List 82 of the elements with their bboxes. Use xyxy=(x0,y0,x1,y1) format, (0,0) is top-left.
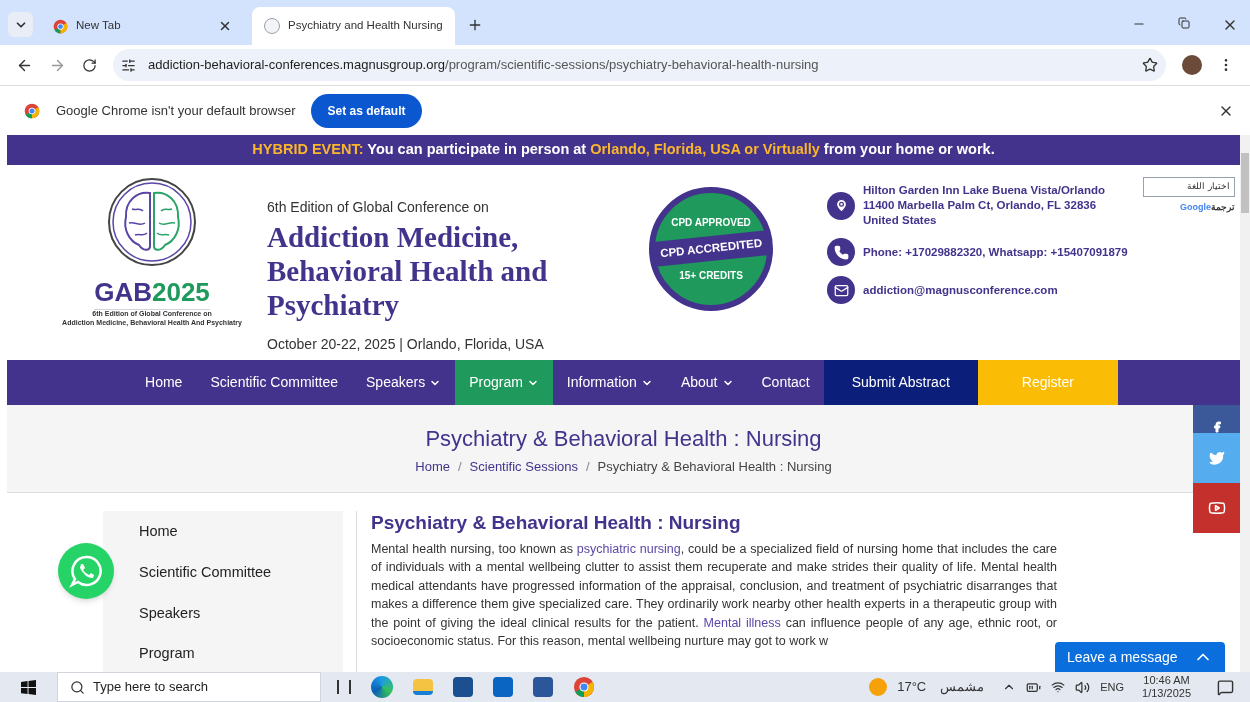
nav-item[interactable]: Speakers xyxy=(352,360,456,405)
clock-date[interactable]: 1/13/2025 xyxy=(1142,687,1191,700)
nav-item[interactable]: About xyxy=(666,360,748,405)
infobar-message: Google Chrome isn't your default browser xyxy=(56,101,296,120)
browser-tab[interactable]: New Tab xyxy=(41,7,244,45)
nav-item[interactable]: Home xyxy=(131,360,197,405)
notifications-icon[interactable] xyxy=(1217,678,1234,696)
loading-icon xyxy=(264,18,280,34)
edition-text: 6th Edition of Global Conference on xyxy=(267,198,490,217)
page-title: Psychiatry & Behavioral Health : Nursing xyxy=(425,425,822,453)
contact-text: 11400 Marbella Palm Ct, Orlando, FL 32836 xyxy=(863,198,1098,213)
contact-text: United States xyxy=(863,213,938,228)
whatsapp-icon xyxy=(69,554,103,588)
phone-icon xyxy=(827,238,855,266)
inline-link[interactable]: Mental illness xyxy=(703,615,781,630)
breadcrumb-link[interactable]: Home xyxy=(415,456,450,476)
taskbar-search-field[interactable]: Type here to search xyxy=(57,672,321,702)
announcement-text: HYBRID EVENT: You can participate in person at Orlando, Florida, USA or Virtually from your home or work. xyxy=(252,140,995,160)
nav-item[interactable]: Information xyxy=(552,360,667,405)
folder-icon[interactable] xyxy=(413,679,433,695)
scrollbar[interactable] xyxy=(1240,135,1250,672)
language-indicator[interactable]: ENG xyxy=(1100,678,1125,696)
chrome-icon xyxy=(24,102,40,119)
youtube-icon xyxy=(1207,499,1226,517)
article-heading: Psychiatry & Behavioral Health : Nursing xyxy=(371,511,742,535)
translate-label: ترجمة xyxy=(1211,201,1235,215)
breadcrumb-separator: / xyxy=(586,457,590,476)
contact-text: Hilton Garden Inn Lake Buena Vista/Orlando xyxy=(863,183,1105,198)
address-bar[interactable]: addiction-behavioral-conferences.magnusgroup.org/program/scientific-sessions/psychiatry-behavioral-health-nursing xyxy=(113,49,1166,81)
google-logo: Google xyxy=(1180,201,1211,212)
conference-title: Addiction Medicine, Behavioral Health and Psychiatry xyxy=(267,220,549,322)
nav-item[interactable]: Scientific Committee xyxy=(196,360,352,405)
conference-dates: October 20-22, 2025 | Orlando, Florida, USA xyxy=(267,335,545,354)
restore-icon[interactable] xyxy=(1178,17,1190,29)
brain-logo-icon xyxy=(107,177,197,267)
badge-text: 15+ CREDITS xyxy=(679,268,743,283)
tab-title: Psychiatry and Health Nursing xyxy=(288,18,443,34)
url-text: addiction-behavioral-conferences.magnusgroup.org/program/scientific-sessions/psychiatry-behavioral-health-nursing xyxy=(148,56,820,75)
contact-text: addiction@magnusconference.com xyxy=(863,282,1058,298)
tab-title: New Tab xyxy=(76,18,122,34)
site-info-icon[interactable] xyxy=(121,57,136,73)
weather-text: مشمس xyxy=(940,678,985,697)
twitter-icon xyxy=(1208,450,1225,466)
browser-tab[interactable]: Psychiatry and Health Nursing xyxy=(252,7,455,45)
sun-icon xyxy=(869,678,888,696)
sidebar-link[interactable]: Home xyxy=(139,521,343,543)
set-default-button[interactable]: Set as default xyxy=(311,93,422,128)
breadcrumb-link[interactable]: Scientific Sessions xyxy=(469,456,578,476)
nav-item[interactable]: Contact xyxy=(747,360,824,405)
bookmark-icon[interactable] xyxy=(1142,57,1158,73)
chrome-icon xyxy=(53,18,68,34)
leave-message-button[interactable]: Leave a message xyxy=(1055,642,1225,672)
sidebar-link[interactable]: Scientific Committee xyxy=(139,561,343,584)
nav-item[interactable]: Program xyxy=(455,360,553,405)
inline-link[interactable]: psychiatric nursing xyxy=(576,541,681,556)
badge-text: CPD APPROVED xyxy=(671,216,751,231)
breadcrumb-current: Psychiatry & Behavioral Health : Nursing xyxy=(597,457,832,476)
contact-text: Phone: +17029882320, Whatsapp: +15407091879 xyxy=(863,244,1128,260)
new-tab-icon[interactable] xyxy=(467,17,483,33)
profile-avatar[interactable] xyxy=(1182,55,1202,75)
tab-list-button[interactable] xyxy=(8,12,33,37)
chrome-icon xyxy=(573,676,595,698)
windows-start-icon[interactable] xyxy=(21,679,36,695)
language-select[interactable]: اختيار اللغة xyxy=(1143,177,1235,197)
email-icon xyxy=(827,276,855,304)
article-paragraph: Mental health nursing, too known as psychiatric nursing, could be a specialized field of nursing home that includes the care of individuals with a mental wellbeing clutter to assist them recuperate and make strides their quality of life. Mental health medical attendants have progressed information of the appraisal, conclusion, and treatment of psychiatric disarranges that makes a difference them give specialized care. They ordinarily work nearby other health experts in a therapeutic group with the point of giving the ideal clinical results for the patient. Mental illness can influence people of any age, ethnic root, or socioeconomic status. For this reason, mental wellbeing nurture may got to work w xyxy=(371,540,1057,651)
breadcrumb-separator: / xyxy=(457,457,462,476)
search-icon xyxy=(70,679,85,695)
sidebar-link[interactable]: Speakers xyxy=(139,602,343,625)
logo-wordmark: GAB2025 xyxy=(94,279,210,305)
close-icon[interactable] xyxy=(218,19,232,33)
clock-time[interactable]: 10:46 AM xyxy=(1143,674,1190,687)
temperature-text: 17°C xyxy=(897,678,927,697)
nav-item[interactable]: Submit Abstract xyxy=(823,360,978,405)
reload-icon[interactable] xyxy=(82,57,97,73)
sidebar-link[interactable]: Program xyxy=(139,643,343,665)
youtube-button[interactable] xyxy=(1193,483,1240,533)
search-placeholder: Type here to search xyxy=(93,678,208,697)
facebook-button[interactable] xyxy=(1193,405,1240,433)
wifi-icon[interactable] xyxy=(1051,680,1066,694)
map-pin-icon xyxy=(827,191,855,220)
speaker-icon[interactable] xyxy=(1075,679,1091,695)
